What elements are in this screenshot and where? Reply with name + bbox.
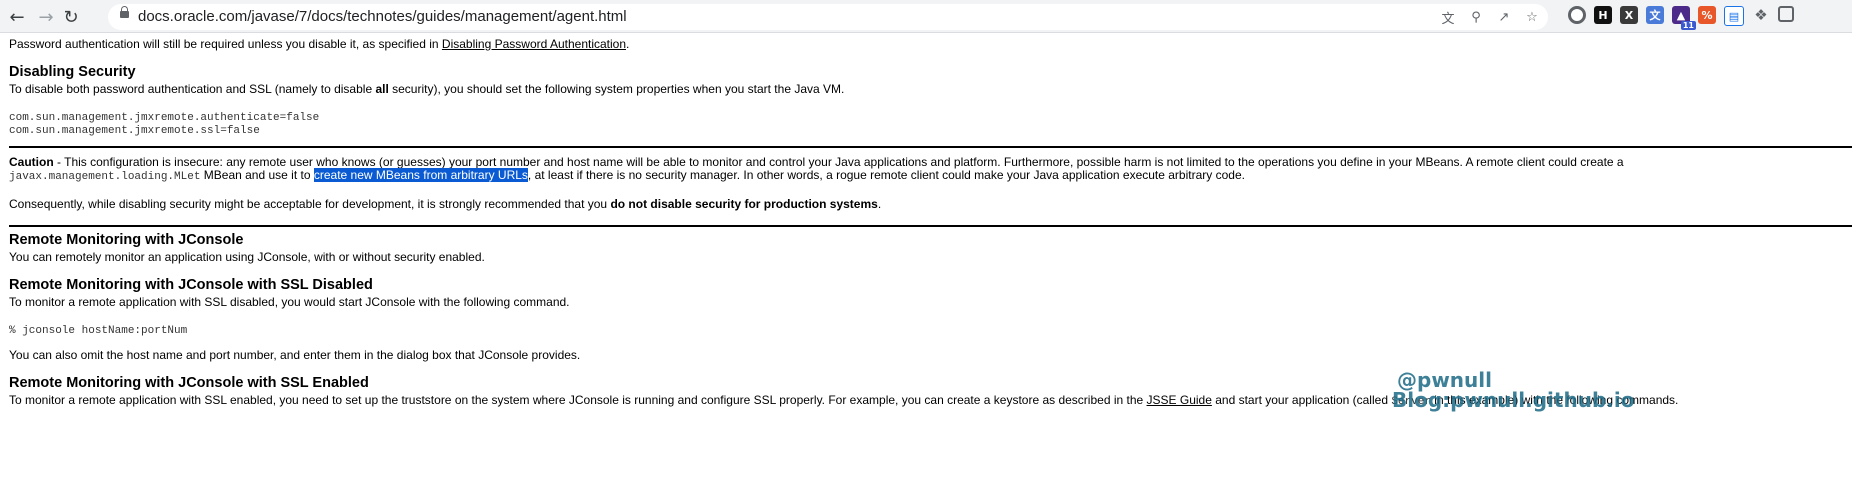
caution-text-2: MBean and use it to <box>200 168 314 182</box>
watermark-blog: Blog:pwnull.github.io <box>1392 388 1635 412</box>
share-icon[interactable]: ↗ <box>1494 7 1514 27</box>
ssl-disabled-paragraph-2: You can also omit the host name and port… <box>9 348 581 362</box>
back-arrow-icon[interactable]: ← <box>5 5 29 29</box>
divider-bottom <box>9 225 1852 227</box>
ssl-disabled-heading: Remote Monitoring with JConsole with SSL… <box>9 277 373 293</box>
disabling-security-heading: Disabling Security <box>9 64 136 80</box>
ssl-enabled-text-1: To monitor a remote application with SSL… <box>9 393 1147 407</box>
extension-badge: 11 <box>1680 21 1696 30</box>
lock-icon <box>120 6 129 18</box>
caution-text-3: , at least if there is no security manag… <box>527 168 1245 182</box>
jsse-guide-link[interactable]: JSSE Guide <box>1147 393 1212 407</box>
disabling-security-paragraph: To disable both password authentication … <box>9 82 844 96</box>
consequently-text: Consequently, while disabling security m… <box>9 197 611 211</box>
ssl-disabled-paragraph: To monitor a remote application with SSL… <box>9 295 570 309</box>
caution-line-2: javax.management.loading.MLet MBean and … <box>9 168 1245 184</box>
graduation-extension-icon[interactable]: ▲ 11 <box>1672 6 1696 30</box>
disabling-password-auth-link[interactable]: Disabling Password Authentication <box>442 37 626 51</box>
percent-extension-icon[interactable]: % <box>1698 6 1716 24</box>
circle-extension-icon[interactable] <box>1568 6 1586 24</box>
consequently-period: . <box>877 197 882 211</box>
ssl-enabled-heading: Remote Monitoring with JConsole with SSL… <box>9 375 369 391</box>
jconsole-heading: Remote Monitoring with JConsole <box>9 232 244 248</box>
caution-line-1: Caution - This configuration is insecure… <box>9 155 1624 169</box>
selected-text-highlight[interactable]: create new MBeans from arbitrary URLs <box>313 168 528 182</box>
consequently-paragraph: Consequently, while disabling security m… <box>9 197 881 211</box>
side-panel-icon[interactable] <box>1778 6 1794 22</box>
ssl-enabled-text-2: and start your application (called <box>1211 393 1392 407</box>
mlet-code: javax.management.loading.MLet <box>9 171 201 183</box>
ds-text-1: To disable both password authentication … <box>9 82 376 96</box>
caution-text-1: - This configuration is insecure: any re… <box>53 155 1624 169</box>
x-extension-icon[interactable]: X <box>1620 6 1638 24</box>
document-extension-icon[interactable]: ▤ <box>1724 6 1744 26</box>
zoom-icon[interactable]: ⚲ <box>1466 7 1486 27</box>
ds-text-2: security), you should set the following … <box>388 82 845 96</box>
code-ssl-line: com.sun.management.jmxremote.ssl=false <box>9 125 260 137</box>
consequently-bold: do not disable security for production s… <box>610 197 878 211</box>
ds-bold-all: all <box>375 82 389 96</box>
code-authenticate-line: com.sun.management.jmxremote.authenticat… <box>9 112 320 124</box>
extensions-area: H X 文 ▲ 11 % ▤ ❖ <box>1568 6 1794 30</box>
puzzle-extensions-icon[interactable]: ❖ <box>1752 6 1770 24</box>
url-text[interactable]: docs.oracle.com/javase/7/docs/technotes/… <box>138 8 627 25</box>
intro-paragraph: Password authentication will still be re… <box>9 37 629 51</box>
reload-icon[interactable]: ↻ <box>59 5 83 29</box>
translate-icon[interactable]: 文 <box>1438 7 1458 27</box>
h-extension-icon[interactable]: H <box>1594 6 1612 24</box>
translate-extension-icon[interactable]: 文 <box>1646 6 1664 24</box>
intro-period: . <box>626 37 630 51</box>
jconsole-command-code: % jconsole hostName:portNum <box>9 325 188 337</box>
address-bar[interactable]: docs.oracle.com/javase/7/docs/technotes/… <box>108 4 1548 30</box>
forward-arrow-icon[interactable]: → <box>34 5 58 29</box>
browser-toolbar: ← → ↻ docs.oracle.com/javase/7/docs/tech… <box>0 0 1852 33</box>
caution-label: Caution <box>9 155 54 169</box>
intro-text: Password authentication will still be re… <box>9 37 442 51</box>
jconsole-paragraph: You can remotely monitor an application … <box>9 250 485 264</box>
divider-top <box>9 146 1852 148</box>
bookmark-star-icon[interactable]: ☆ <box>1522 7 1542 27</box>
